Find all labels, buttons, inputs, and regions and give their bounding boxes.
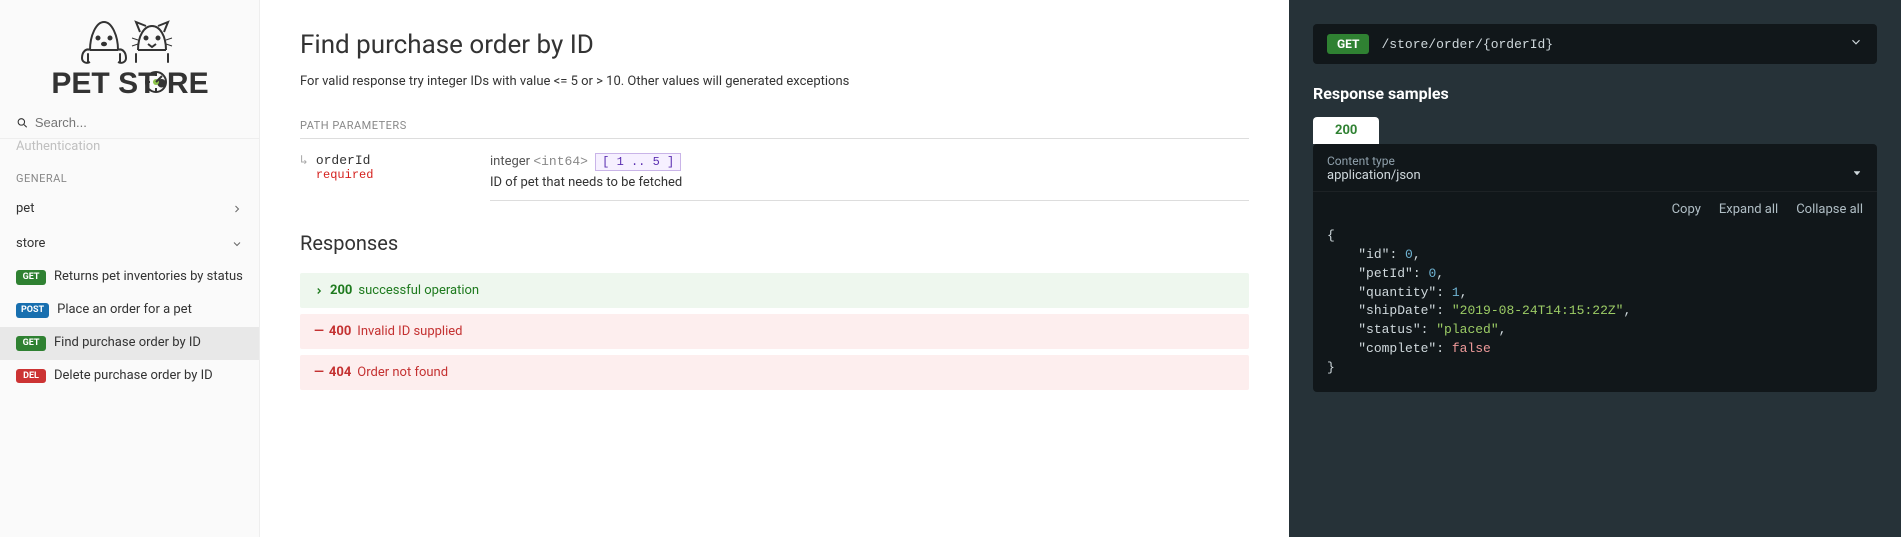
param-required-label: required xyxy=(316,168,374,182)
tabs: 200 xyxy=(1313,117,1877,144)
tab-200[interactable]: 200 xyxy=(1313,117,1379,144)
center-column: Find purchase order by ID For valid resp… xyxy=(260,0,1289,537)
sample-actions: Copy Expand all Collapse all xyxy=(1313,192,1877,227)
page-description: For valid response try integer IDs with … xyxy=(300,74,1249,89)
method-badge: GET xyxy=(16,336,46,351)
param-right: integer <int64> [ 1 .. 5 ] ID of pet tha… xyxy=(490,153,1249,201)
endpoint-selector[interactable]: GET /store/order/{orderId} xyxy=(1313,24,1877,64)
param-description: ID of pet that needs to be fetched xyxy=(490,175,1249,190)
response-samples-heading: Response samples xyxy=(1313,84,1877,103)
chevron-right-icon xyxy=(314,286,324,296)
right-panel: GET /store/order/{orderId} Response samp… xyxy=(1289,0,1901,537)
param-row: ↳ orderId required integer <int64> [ 1 .… xyxy=(300,153,1249,201)
sidebar: PET ST•RE Authentication GENERAL p xyxy=(0,0,260,537)
response-body-code: { "id": 0, "petId": 0, "quantity": 1, "s… xyxy=(1313,227,1877,392)
content-type-value: application/json xyxy=(1327,168,1421,183)
caret-down-icon xyxy=(1851,167,1863,183)
svg-text:PET ST•RE: PET ST•RE xyxy=(51,67,208,100)
param-left: ↳ orderId required xyxy=(300,153,470,182)
search-bar[interactable] xyxy=(0,107,259,139)
path-params-heading: PATH PARAMETERS xyxy=(300,119,1249,139)
page-title: Find purchase order by ID xyxy=(300,30,1249,60)
method-badge: POST xyxy=(16,303,49,318)
response-code: 404 xyxy=(329,365,351,380)
op-label: Delete purchase order by ID xyxy=(54,368,213,385)
param-arrow-icon: ↳ xyxy=(300,153,308,182)
response-code: 400 xyxy=(329,324,351,339)
chevron-down-icon xyxy=(231,238,243,250)
response-text: Order not found xyxy=(357,365,448,380)
expand-all-button[interactable]: Expand all xyxy=(1719,202,1778,217)
responses-heading: Responses xyxy=(300,231,1249,255)
response-200[interactable]: 200 successful operation xyxy=(300,273,1249,308)
op-find-order[interactable]: GET Find purchase order by ID xyxy=(0,327,259,360)
param-type-prefix: integer xyxy=(490,154,530,169)
sample-box: Content type application/json Copy Expan… xyxy=(1313,144,1877,392)
param-type-format: <int64> xyxy=(533,154,588,169)
op-label: Returns pet inventories by status xyxy=(54,269,243,286)
content-type-label: Content type xyxy=(1327,154,1421,168)
op-delete-order[interactable]: DEL Delete purchase order by ID xyxy=(0,360,259,393)
content-type-selector[interactable]: Content type application/json xyxy=(1313,144,1877,192)
chevron-right-icon xyxy=(231,203,243,215)
app-root: PET ST•RE Authentication GENERAL p xyxy=(0,0,1901,537)
dash-icon: — xyxy=(314,324,323,339)
nav: Authentication GENERAL pet store GET Ret… xyxy=(0,139,259,537)
endpoint-path: /store/order/{orderId} xyxy=(1381,37,1837,52)
sidebar-item-pet[interactable]: pet xyxy=(0,191,259,226)
op-label: Find purchase order by ID xyxy=(54,335,201,352)
nav-section-label: GENERAL xyxy=(0,158,259,191)
copy-button[interactable]: Copy xyxy=(1672,202,1701,217)
response-404[interactable]: — 404 Order not found xyxy=(300,355,1249,390)
param-type: integer <int64> [ 1 .. 5 ] xyxy=(490,153,1249,171)
op-inventories[interactable]: GET Returns pet inventories by status xyxy=(0,261,259,294)
param-name: orderId xyxy=(316,153,374,168)
op-place-order[interactable]: POST Place an order for a pet xyxy=(0,294,259,327)
method-badge: GET xyxy=(16,270,46,285)
endpoint-method-badge: GET xyxy=(1327,34,1369,54)
sidebar-item-store[interactable]: store xyxy=(0,226,259,261)
response-400[interactable]: — 400 Invalid ID supplied xyxy=(300,314,1249,349)
op-label: Place an order for a pet xyxy=(57,302,192,319)
sidebar-item-label: pet xyxy=(16,201,34,216)
dash-icon: — xyxy=(314,365,323,380)
petstore-logo-icon: PET ST•RE xyxy=(30,8,230,103)
sidebar-item-truncated[interactable]: Authentication xyxy=(0,139,259,158)
chevron-down-icon xyxy=(1849,35,1863,53)
sidebar-item-label: store xyxy=(16,236,45,251)
search-icon xyxy=(16,116,29,130)
response-code: 200 xyxy=(330,283,352,298)
response-text: Invalid ID supplied xyxy=(357,324,462,339)
logo: PET ST•RE xyxy=(0,0,259,107)
method-badge: DEL xyxy=(16,369,46,384)
search-input[interactable] xyxy=(35,115,243,130)
main: Find purchase order by ID For valid resp… xyxy=(260,0,1901,537)
param-range: [ 1 .. 5 ] xyxy=(595,153,681,171)
collapse-all-button[interactable]: Collapse all xyxy=(1796,202,1863,217)
response-text: successful operation xyxy=(358,283,479,298)
